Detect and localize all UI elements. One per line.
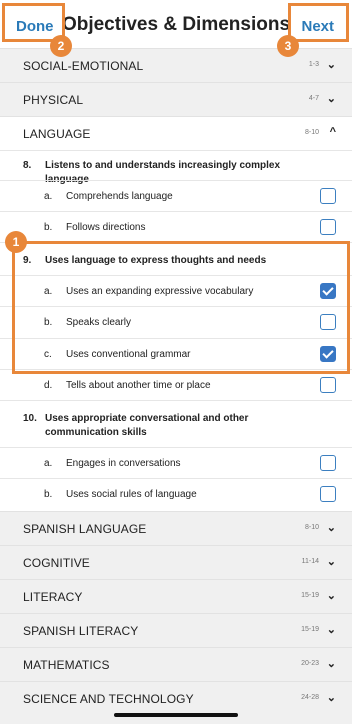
checkbox[interactable] (320, 188, 336, 204)
dimension-letter: a. (44, 458, 53, 469)
checkbox[interactable] (320, 455, 336, 471)
callout-badge: 3 (277, 35, 299, 57)
section-range: 11-14 (301, 558, 319, 565)
section-label: SPANISH LITERACY (23, 624, 139, 638)
dimension-text: Comprehends language (66, 191, 173, 202)
dimension-letter: a. (44, 191, 53, 202)
chevron-down-icon: ⌄ (326, 692, 336, 704)
section-literacy[interactable]: LITERACY 15-19 ⌄ (0, 579, 352, 613)
objective-10: 10. Uses appropriate conversational and … (0, 400, 352, 447)
chevron-down-icon: ⌄ (326, 556, 336, 568)
dimension-letter: b. (44, 222, 53, 233)
dimension-10b[interactable]: b. Uses social rules of language (0, 478, 352, 509)
section-label: LANGUAGE (23, 127, 91, 141)
section-language[interactable]: LANGUAGE 8-10 ^ (0, 116, 352, 150)
chevron-down-icon: ⌄ (326, 624, 336, 636)
checkbox[interactable] (320, 377, 336, 393)
section-label: MATHEMATICS (23, 658, 110, 672)
chevron-down-icon: ⌄ (326, 658, 336, 670)
dimension-8a[interactable]: a. Comprehends language (0, 180, 352, 211)
dimension-letter: d. (44, 380, 53, 391)
section-label: SOCIAL-EMOTIONAL (23, 59, 144, 73)
section-range: 4-7 (308, 95, 319, 102)
section-science-and-technology[interactable]: SCIENCE AND TECHNOLOGY 24-28 ⌄ (0, 681, 352, 724)
dimension-text: Engages in conversations (66, 458, 181, 469)
objective-8: 8. Listens to and understands increasing… (0, 150, 352, 185)
objective-text: Uses appropriate conversational and othe… (45, 413, 249, 438)
objective-number: 10. (23, 413, 37, 424)
section-label: COGNITIVE (23, 556, 90, 570)
section-mathematics[interactable]: MATHEMATICS 20-23 ⌄ (0, 647, 352, 681)
section-spanish-literacy[interactable]: SPANISH LITERACY 15-19 ⌄ (0, 613, 352, 647)
dimension-10a[interactable]: a. Engages in conversations (0, 447, 352, 478)
section-range: 1-3 (308, 61, 319, 68)
dimension-letter: b. (44, 489, 53, 500)
chevron-down-icon: ⌄ (326, 93, 336, 105)
chevron-up-icon: ^ (329, 126, 336, 138)
callout-badge: 2 (50, 35, 72, 57)
dimension-text: Uses social rules of language (66, 489, 197, 500)
callout-box-next (288, 3, 349, 42)
callout-box-objective-9 (12, 241, 350, 374)
section-range: 24-28 (301, 694, 319, 701)
section-label: LITERACY (23, 590, 83, 604)
checkbox[interactable] (320, 219, 336, 235)
callout-badge: 1 (5, 231, 27, 253)
section-label: SCIENCE AND TECHNOLOGY (23, 692, 194, 706)
chevron-down-icon: ⌄ (326, 59, 336, 71)
section-range: 15-19 (301, 592, 319, 599)
section-label: PHYSICAL (23, 93, 84, 107)
dimension-8b[interactable]: b. Follows directions (0, 211, 352, 242)
section-range: 8-10 (304, 524, 319, 531)
dimension-text: Tells about another time or place (66, 380, 211, 391)
objective-number: 8. (23, 160, 32, 171)
section-range: 20-23 (301, 660, 319, 667)
checkbox[interactable] (320, 486, 336, 502)
section-range: 15-19 (301, 626, 319, 633)
section-cognitive[interactable]: COGNITIVE 11-14 ⌄ (0, 545, 352, 579)
section-spanish-language[interactable]: SPANISH LANGUAGE 8-10 ⌄ (0, 511, 352, 545)
home-indicator (114, 713, 238, 717)
dimension-text: Follows directions (66, 222, 146, 233)
chevron-down-icon: ⌄ (326, 522, 336, 534)
section-physical[interactable]: PHYSICAL 4-7 ⌄ (0, 82, 352, 116)
section-range: 8-10 (304, 129, 319, 136)
section-label: SPANISH LANGUAGE (23, 522, 147, 536)
chevron-down-icon: ⌄ (326, 590, 336, 602)
